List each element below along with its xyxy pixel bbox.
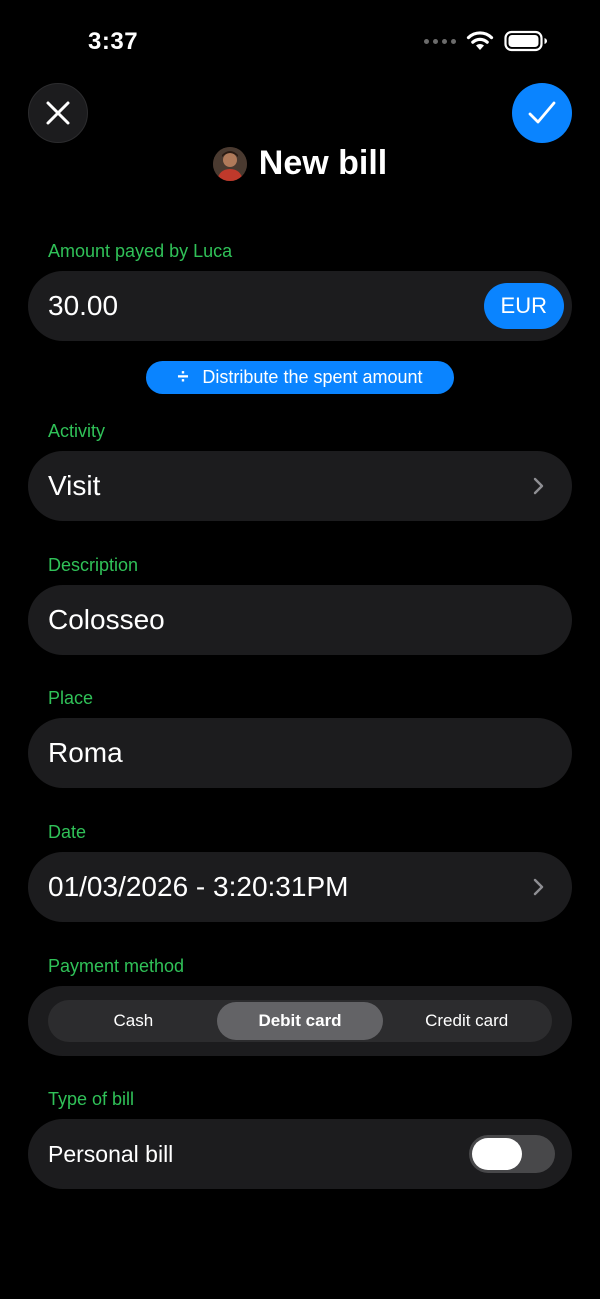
activity-label: Activity [48,421,106,441]
activity-value: Visit [48,470,101,501]
personal-bill-toggle[interactable] [469,1135,555,1173]
toggle-knob [472,1138,522,1170]
description-label: Description [48,555,139,575]
segment-debit-card[interactable]: Debit card [216,1002,384,1040]
description-value: Colosseo [48,604,165,635]
description-field[interactable]: Colosseo [28,585,572,655]
date-value: 01/03/2026 - 3:20:31PM [48,871,349,902]
date-label: Date [48,822,87,842]
status-icons [424,30,548,52]
payment-method-container: Cash Debit card Credit card [28,986,572,1056]
confirm-button[interactable] [512,83,572,143]
activity-field[interactable]: Visit [28,451,572,521]
date-field[interactable]: 01/03/2026 - 3:20:31PM [28,852,572,922]
personal-bill-row: Personal bill [28,1119,572,1189]
battery-icon [504,30,547,52]
place-field[interactable]: Roma [28,718,572,788]
title-row: New bill [0,144,600,183]
place-value: Roma [48,737,123,768]
currency-button[interactable]: EUR [483,283,564,329]
checkmark-icon [528,101,556,124]
close-icon [46,101,70,125]
wifi-icon [466,31,494,50]
payment-method-label: Payment method [48,956,185,976]
segment-cash[interactable]: Cash [50,1002,217,1040]
divide-icon: ÷ [177,366,189,388]
cellular-signal-icon [424,38,456,44]
close-button[interactable] [28,83,88,143]
segment-credit-card[interactable]: Credit card [383,1002,550,1040]
payment-method-segmented-control: Cash Debit card Credit card [48,1000,552,1042]
chevron-right-icon [533,477,544,495]
amount-field[interactable]: 30.00 EUR [28,271,572,341]
distribute-label: Distribute the spent amount [202,367,423,387]
chevron-right-icon [533,878,544,896]
amount-value: 30.00 [48,290,119,321]
place-label: Place [48,688,94,708]
bill-type-label: Type of bill [48,1089,135,1109]
page-title: New bill [258,144,388,182]
status-time: 3:37 [88,28,139,55]
avatar [212,146,247,181]
amount-label: Amount payed by Luca [48,241,233,261]
personal-bill-label: Personal bill [48,1140,174,1167]
distribute-amount-button[interactable]: ÷ Distribute the spent amount [146,361,454,394]
